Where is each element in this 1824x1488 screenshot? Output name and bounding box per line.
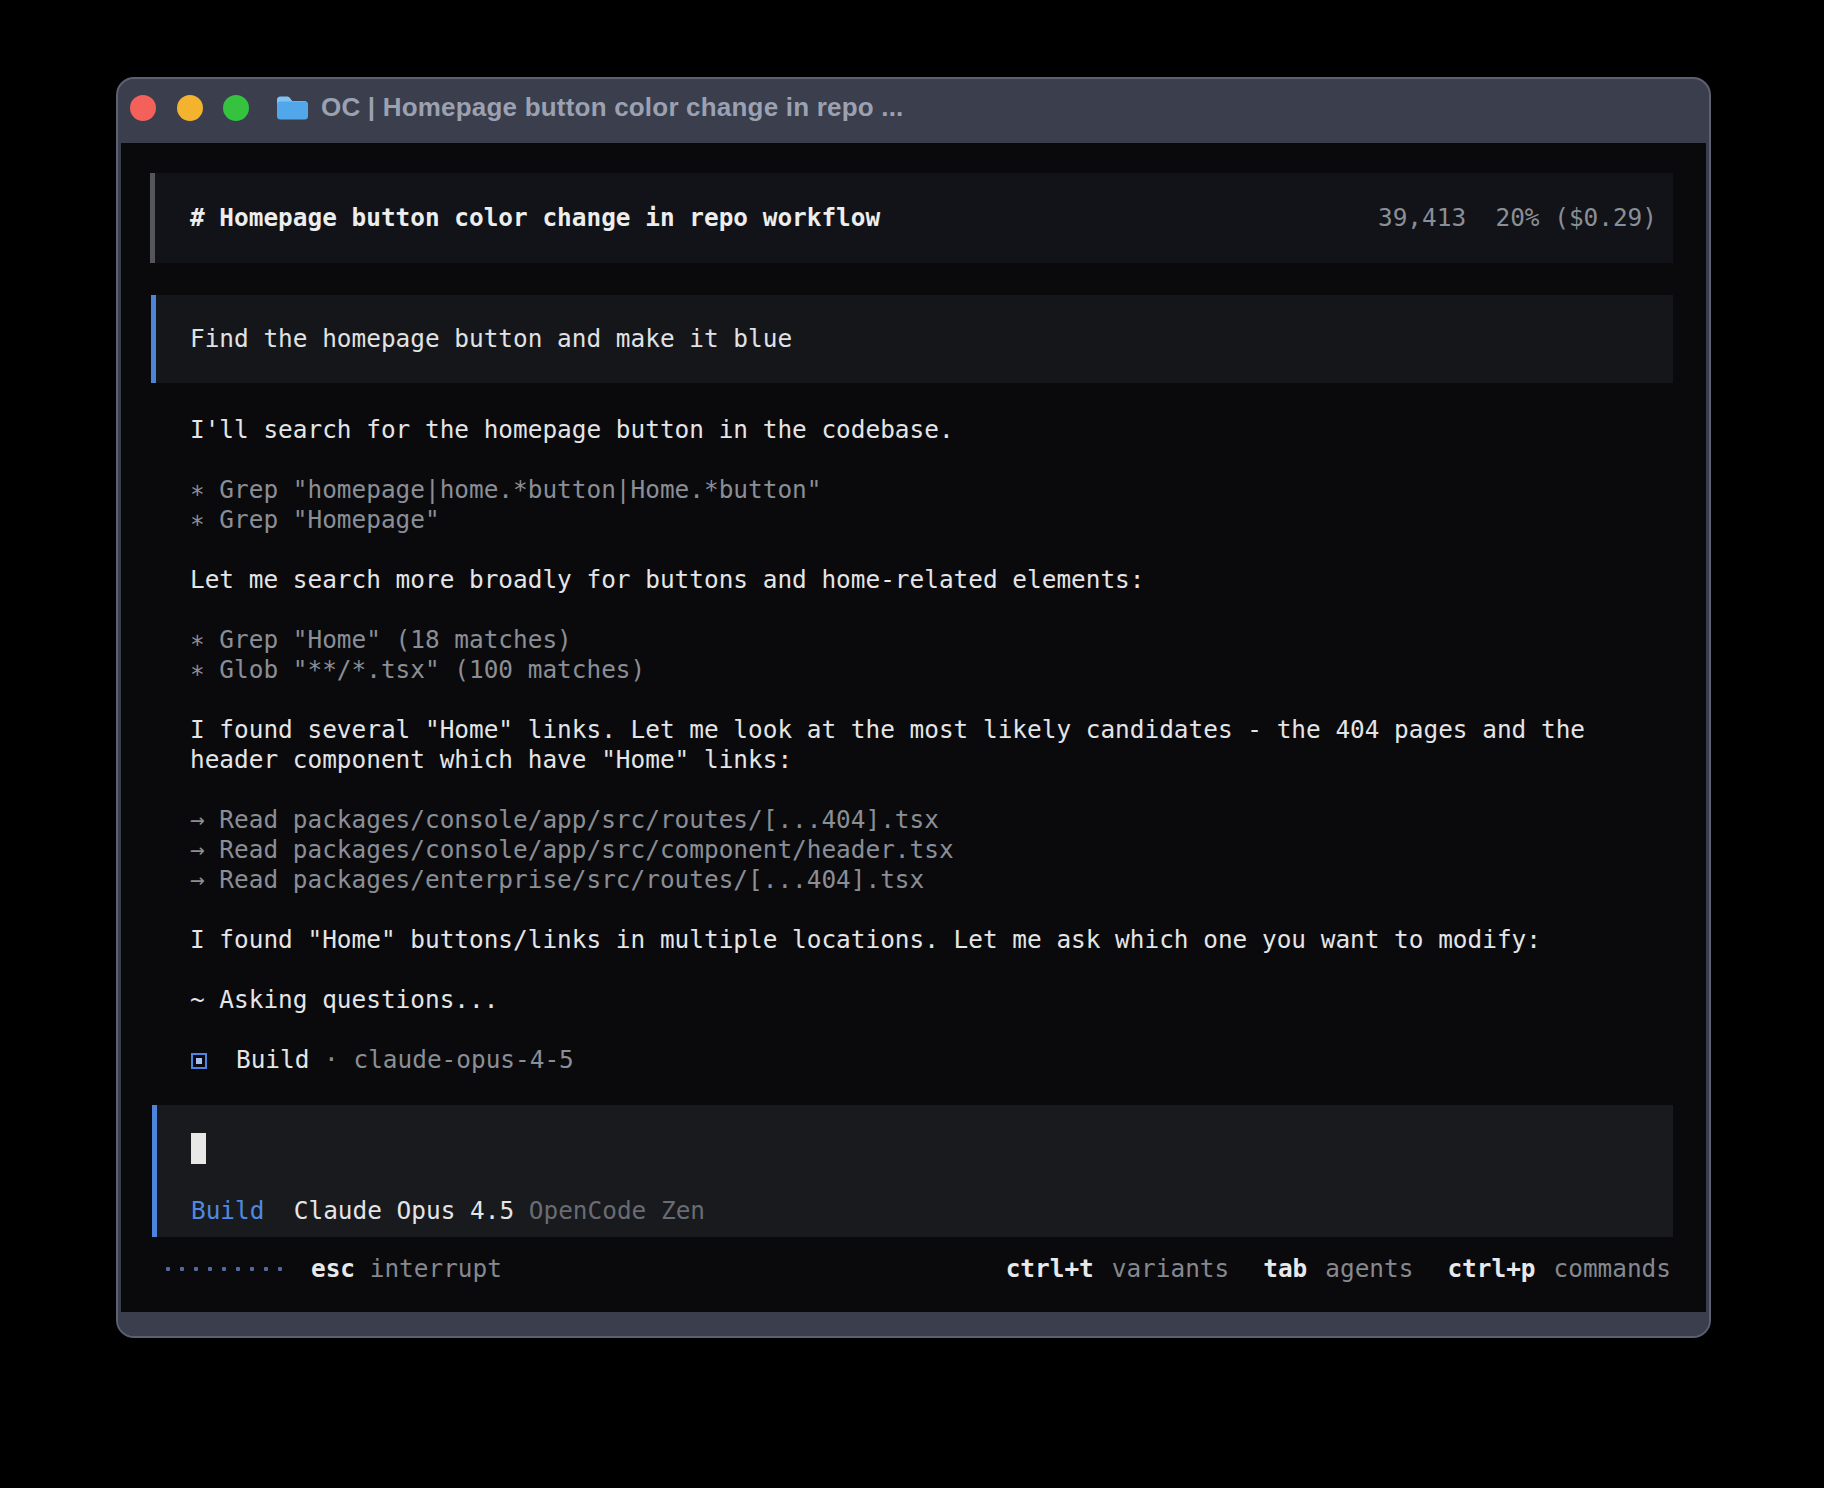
spinner-dot: [236, 1267, 240, 1271]
assistant-text-line: [190, 955, 1585, 985]
shortcut-agents: tab agents: [1263, 1254, 1413, 1283]
assistant-text-line: [190, 1015, 1585, 1045]
prompt-input[interactable]: Build Claude Opus 4.5 OpenCode Zen: [152, 1105, 1673, 1237]
spinner-dot: [180, 1267, 184, 1271]
spinner-dot: [264, 1267, 268, 1271]
esc-key: esc: [311, 1254, 355, 1283]
spinner-dot: [208, 1267, 212, 1271]
shortcut-hints: ctrl+t variants tab agents ctrl+p commands: [1006, 1254, 1671, 1284]
assistant-text-line: [190, 775, 1585, 805]
tool-call-line: → Read packages/console/app/src/routes/[…: [190, 805, 1585, 835]
shortcut-label: agents: [1325, 1254, 1413, 1283]
spinner-dot: [166, 1267, 170, 1271]
tool-call-line: ∗ Grep "Home" (18 matches): [190, 625, 1585, 655]
text-cursor: [191, 1133, 206, 1164]
spinner-dot: [250, 1267, 254, 1271]
tool-call-line: ∗ Grep "Homepage": [190, 505, 1585, 535]
user-message-text: Find the homepage button and make it blu…: [190, 324, 792, 354]
tool-call-line: → Read packages/enterprise/src/routes/[.…: [190, 865, 1585, 895]
agent-task-row: Build · claude-opus-4-5: [190, 1045, 1585, 1075]
assistant-text-line: I found several "Home" links. Let me loo…: [190, 715, 1585, 745]
input-model-label[interactable]: Claude Opus 4.5: [294, 1196, 514, 1225]
agent-build-icon: [191, 1053, 207, 1069]
input-agent-label[interactable]: Build: [191, 1196, 264, 1225]
assistant-text-line: [190, 445, 1585, 475]
agent-model: claude-opus-4-5: [354, 1045, 574, 1074]
assistant-text-line: I'll search for the homepage button in t…: [190, 415, 1585, 445]
tool-call-line: ∗ Grep "homepage|home.*button|Home.*butt…: [190, 475, 1585, 505]
shortcut-commands: ctrl+p commands: [1447, 1254, 1671, 1283]
window-titlebar[interactable]: OC | Homepage button color change in rep…: [118, 79, 1709, 143]
assistant-text-line: ~ Asking questions...: [190, 985, 1585, 1015]
spinner-dot: [194, 1267, 198, 1271]
agent-name: Build: [236, 1045, 309, 1074]
shortcut-key: ctrl+p: [1447, 1254, 1535, 1283]
window-bottom-strip: [118, 1312, 1709, 1336]
assistant-transcript: I'll search for the homepage button in t…: [190, 415, 1585, 1075]
shortcut-key: tab: [1263, 1254, 1307, 1283]
assistant-text-line: [190, 595, 1585, 625]
spinner-dots: [166, 1267, 282, 1271]
shortcut-variants: ctrl+t variants: [1006, 1254, 1230, 1283]
close-button[interactable]: [130, 95, 156, 121]
assistant-text-line: I found "Home" buttons/links in multiple…: [190, 925, 1585, 955]
input-provider-label: OpenCode Zen: [529, 1196, 705, 1225]
folder-icon: [276, 94, 308, 121]
shortcut-label: variants: [1112, 1254, 1229, 1283]
minimize-button[interactable]: [177, 95, 203, 121]
esc-label: interrupt: [370, 1254, 502, 1283]
tool-call-line: → Read packages/console/app/src/componen…: [190, 835, 1585, 865]
interrupt-hint: esc interrupt: [311, 1254, 502, 1284]
assistant-text-line: [190, 685, 1585, 715]
session-title: # Homepage button color change in repo w…: [190, 203, 880, 233]
spinner-dot: [222, 1267, 226, 1271]
shortcut-label: commands: [1554, 1254, 1671, 1283]
terminal-window: OC | Homepage button color change in rep…: [116, 77, 1711, 1338]
input-meta: Build Claude Opus 4.5 OpenCode Zen: [191, 1196, 705, 1226]
separator-dot: ·: [309, 1045, 353, 1074]
maximize-button[interactable]: [223, 95, 249, 121]
assistant-text-line: header component which have "Home" links…: [190, 745, 1585, 775]
status-bar: esc interrupt ctrl+tvariantstabagentsctr…: [121, 1254, 1706, 1284]
spinner-dot: [278, 1267, 282, 1271]
assistant-text-line: [190, 895, 1585, 925]
window-title: OC | Homepage button color change in rep…: [321, 92, 904, 123]
session-stats: 39,413 20% ($0.29): [1378, 203, 1657, 233]
assistant-text-line: [190, 535, 1585, 565]
terminal-content: # Homepage button color change in repo w…: [121, 143, 1706, 1312]
assistant-text-line: Let me search more broadly for buttons a…: [190, 565, 1585, 595]
tool-call-line: ∗ Glob "**/*.tsx" (100 matches): [190, 655, 1585, 685]
shortcut-key: ctrl+t: [1006, 1254, 1094, 1283]
user-message: Find the homepage button and make it blu…: [151, 295, 1673, 383]
session-header: # Homepage button color change in repo w…: [150, 173, 1673, 263]
